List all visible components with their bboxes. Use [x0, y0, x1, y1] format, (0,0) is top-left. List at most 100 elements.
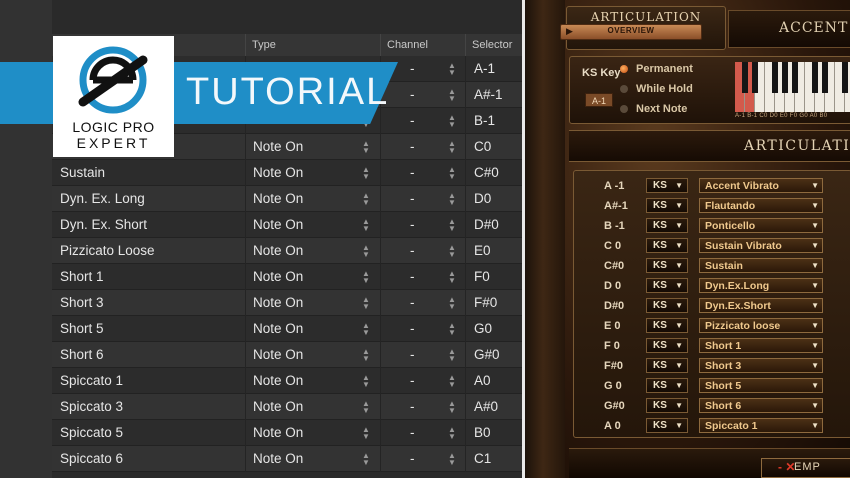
articulation-name[interactable]: Spiccato 5 — [60, 420, 123, 446]
mapping-articulation-dropdown[interactable]: Short 5 ▼ — [699, 378, 823, 393]
type-stepper-icon[interactable]: ▲▼ — [362, 426, 370, 441]
articulation-type[interactable]: Note On — [253, 446, 303, 472]
articulation-channel[interactable]: - — [410, 342, 415, 368]
articulation-channel[interactable]: - — [410, 56, 415, 82]
column-header-type[interactable]: Type — [245, 34, 380, 56]
articulation-type[interactable]: Note On — [253, 290, 303, 316]
channel-stepper-icon[interactable]: ▲ ▼ — [448, 322, 456, 337]
mapping-mode-dropdown[interactable]: KS ▼ — [646, 178, 688, 193]
black-key[interactable] — [812, 62, 818, 93]
table-row[interactable]: Short 5 Note On ▲ ▼ - ▲ ▼ G0 — [52, 316, 522, 342]
type-stepper-icon[interactable]: ▲▼ — [362, 374, 370, 389]
type-stepper-icon[interactable]: ▲▼ — [362, 140, 370, 155]
mapping-mode-dropdown[interactable]: KS ▼ — [646, 238, 688, 253]
articulation-type[interactable]: Note On — [253, 186, 303, 212]
articulation-channel[interactable]: - — [410, 368, 415, 394]
articulation-selector[interactable]: A0 — [474, 368, 491, 394]
articulation-channel[interactable]: - — [410, 160, 415, 186]
articulation-type[interactable]: Note On — [253, 394, 303, 420]
mapping-mode-dropdown[interactable]: KS ▼ — [646, 338, 688, 353]
empty-button[interactable]: - ✕ EMP — [761, 458, 850, 478]
channel-stepper-icon[interactable]: ▲ ▼ — [448, 452, 456, 467]
articulation-channel[interactable]: - — [410, 82, 415, 108]
articulation-selector[interactable]: A#-1 — [474, 82, 503, 108]
table-row[interactable]: Short 3 Note On ▲ ▼ - ▲ ▼ F#0 — [52, 290, 522, 316]
articulation-selector[interactable]: E0 — [474, 238, 491, 264]
articulation-selector[interactable]: C1 — [474, 446, 491, 472]
articulation-channel[interactable]: - — [410, 394, 415, 420]
articulation-channel[interactable]: - — [410, 108, 415, 134]
articulation-type[interactable]: Note On — [253, 160, 303, 186]
black-key[interactable] — [792, 62, 798, 93]
table-row[interactable]: Dyn. Ex. Short Note On ▲ ▼ - ▲ ▼ D#0 — [52, 212, 522, 238]
articulation-name[interactable]: Spiccato 3 — [60, 394, 123, 420]
option-next-note[interactable]: Next Note — [620, 103, 687, 115]
articulation-selector[interactable]: A-1 — [474, 56, 495, 82]
articulation-selector[interactable]: G0 — [474, 316, 492, 342]
articulation-type[interactable]: Note On — [253, 212, 303, 238]
channel-stepper-icon[interactable]: ▲ ▼ — [448, 140, 456, 155]
type-stepper-icon[interactable]: ▲▼ — [362, 270, 370, 285]
mapping-articulation-dropdown[interactable]: Sustain Vibrato ▼ — [699, 238, 823, 253]
type-stepper-icon[interactable]: ▲▼ — [362, 322, 370, 337]
channel-stepper-icon[interactable]: ▲ ▼ — [448, 426, 456, 441]
articulation-channel[interactable]: - — [410, 212, 415, 238]
articulation-channel[interactable]: - — [410, 134, 415, 160]
black-key[interactable] — [822, 62, 828, 93]
articulation-type[interactable]: Note On — [253, 264, 303, 290]
articulation-name[interactable]: Dyn. Ex. Short — [60, 212, 147, 238]
articulation-name[interactable]: Short 6 — [60, 342, 104, 368]
channel-stepper-icon[interactable]: ▲ ▼ — [448, 400, 456, 415]
table-row[interactable]: Short 6 Note On ▲ ▼ - ▲ ▼ G#0 — [52, 342, 522, 368]
black-key[interactable] — [752, 62, 758, 93]
articulation-selector[interactable]: D#0 — [474, 212, 499, 238]
articulation-selector[interactable]: C0 — [474, 134, 491, 160]
articulation-type[interactable]: Note On — [253, 134, 303, 160]
articulation-selector[interactable]: C#0 — [474, 160, 499, 186]
table-row[interactable]: Spiccato 3 Note On ▲ ▼ - ▲ ▼ A#0 — [52, 394, 522, 420]
channel-stepper-icon[interactable]: ▲ ▼ — [448, 244, 456, 259]
articulation-name[interactable]: Pizzicato Loose — [60, 238, 155, 264]
black-key[interactable] — [842, 62, 848, 93]
articulation-channel[interactable]: - — [410, 238, 415, 264]
channel-stepper-icon[interactable]: ▲ ▼ — [448, 218, 456, 233]
channel-stepper-icon[interactable]: ▲ ▼ — [448, 114, 456, 129]
articulation-selector[interactable]: A#0 — [474, 394, 498, 420]
table-row[interactable]: Short 1 Note On ▲ ▼ - ▲ ▼ F0 — [52, 264, 522, 290]
table-row[interactable]: Pizzicato Loose Note On ▲ ▼ - ▲ ▼ E0 — [52, 238, 522, 264]
type-stepper-icon[interactable]: ▲▼ — [362, 296, 370, 311]
mapping-articulation-dropdown[interactable]: Short 1 ▼ — [699, 338, 823, 353]
mapping-mode-dropdown[interactable]: KS ▼ — [646, 218, 688, 233]
articulation-selector[interactable]: G#0 — [474, 342, 500, 368]
articulation-name[interactable]: Short 3 — [60, 290, 104, 316]
articulation-selector[interactable]: F0 — [474, 264, 490, 290]
mapping-articulation-dropdown[interactable]: Dyn.Ex.Long ▼ — [699, 278, 823, 293]
articulation-selector[interactable]: B0 — [474, 420, 491, 446]
articulation-type[interactable]: Note On — [253, 238, 303, 264]
table-row[interactable]: Spiccato 1 Note On ▲ ▼ - ▲ ▼ A0 — [52, 368, 522, 394]
articulation-channel[interactable]: - — [410, 290, 415, 316]
type-stepper-icon[interactable]: ▲▼ — [362, 348, 370, 363]
mapping-articulation-dropdown[interactable]: Accent Vibrato ▼ — [699, 178, 823, 193]
articulation-channel[interactable]: - — [410, 316, 415, 342]
type-stepper-icon[interactable]: ▲▼ — [362, 400, 370, 415]
articulation-channel[interactable]: - — [410, 420, 415, 446]
type-stepper-icon[interactable]: ▲▼ — [362, 192, 370, 207]
mapping-articulation-dropdown[interactable]: Short 6 ▼ — [699, 398, 823, 413]
articulation-type[interactable]: Note On — [253, 342, 303, 368]
articulation-name[interactable]: Dyn. Ex. Long — [60, 186, 145, 212]
articulation-name[interactable]: Spiccato 1 — [60, 368, 123, 394]
mapping-articulation-dropdown[interactable]: Short 3 ▼ — [699, 358, 823, 373]
mapping-mode-dropdown[interactable]: KS ▼ — [646, 318, 688, 333]
channel-stepper-icon[interactable]: ▲ ▼ — [448, 270, 456, 285]
mapping-mode-dropdown[interactable]: KS ▼ — [646, 378, 688, 393]
mapping-mode-dropdown[interactable]: KS ▼ — [646, 398, 688, 413]
type-stepper-icon[interactable]: ▲▼ — [362, 218, 370, 233]
mapping-articulation-dropdown[interactable]: Ponticello ▼ — [699, 218, 823, 233]
articulation-channel[interactable]: - — [410, 186, 415, 212]
table-row[interactable]: Spiccato 5 Note On ▲ ▼ - ▲ ▼ B0 — [52, 420, 522, 446]
overview-button[interactable]: ▶ OVERVIEW — [560, 24, 702, 40]
articulation-name[interactable]: Short 5 — [60, 316, 104, 342]
articulation-selector[interactable]: B-1 — [474, 108, 495, 134]
mapping-articulation-dropdown[interactable]: Spiccato 1 ▼ — [699, 418, 823, 433]
